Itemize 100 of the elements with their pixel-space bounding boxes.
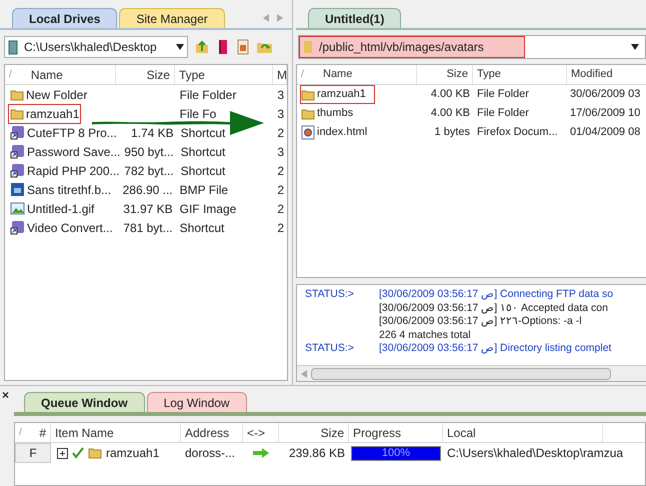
file-type: Shortcut	[180, 124, 226, 142]
file-type: Shortcut	[180, 162, 226, 180]
file-name: thumbs	[300, 104, 362, 123]
column-header[interactable]: Name	[16, 65, 116, 84]
column-header[interactable]: Type	[174, 65, 273, 84]
document-icon[interactable]	[236, 39, 250, 55]
file-row[interactable]: CuteFTP 8 Pro... 1.74 KB Shortcut 2	[5, 123, 287, 142]
file-size: 950 byt...	[124, 144, 174, 160]
row-marker: F	[15, 443, 51, 463]
expand-icon[interactable]	[57, 448, 68, 458]
file-size: 4.00 KB	[430, 106, 471, 122]
file-date: 2	[276, 162, 285, 180]
folder-icon	[301, 88, 315, 102]
queue-row[interactable]: F ramzuah1 doross-... 239.86 KB 100% C:\Users\khaled\Desktop\ramzua	[15, 443, 645, 463]
up-folder-icon[interactable]	[194, 39, 210, 55]
file-date: 2	[276, 200, 285, 218]
web-page-icon	[301, 125, 315, 140]
folder-icon	[88, 446, 102, 460]
file-type: BMP File	[178, 182, 230, 198]
drive-icon	[8, 40, 18, 54]
file-name: CuteFTP 8 Pro...	[8, 122, 119, 142]
log-message: [30/06/2009 03:56:17 ص] ٢٢٦-Options: -a -l	[379, 315, 582, 328]
shortcut-icon	[10, 163, 25, 178]
column-header[interactable]: Type	[473, 65, 567, 84]
file-type: Shortcut	[180, 144, 226, 160]
sort-icon: /	[5, 67, 17, 82]
tab[interactable]: Site Manager	[119, 8, 225, 28]
file-row[interactable]: Video Convert... 781 byt... Shortcut 2	[5, 218, 287, 237]
column-header[interactable]: Size	[279, 423, 349, 442]
scroll-left-icon[interactable]	[262, 14, 270, 22]
book-icon[interactable]	[216, 39, 230, 55]
image-file-icon	[10, 182, 25, 197]
close-button[interactable]: ×	[2, 388, 10, 402]
tab[interactable]: Log Window	[146, 392, 247, 412]
check-icon	[72, 447, 84, 459]
file-size: 1.74 KB	[130, 124, 174, 142]
file-row[interactable]: Password Save... 950 byt... Shortcut 3	[5, 142, 287, 161]
tab[interactable]: Local Drives	[12, 8, 118, 28]
file-name: ramzuah1	[8, 104, 82, 124]
file-row[interactable]: index.html 1 bytes Firefox Docum... 01/04/2009 08	[297, 123, 646, 142]
log-message: [30/06/2009 03:56:17 ص] ١٥٠ Accepted data con	[379, 302, 608, 315]
file-date: 3	[276, 106, 285, 122]
log-message: 226 4 matches total	[379, 328, 471, 342]
dropdown-caret-icon[interactable]	[176, 43, 184, 51]
column-header[interactable]: Size	[417, 65, 473, 84]
file-date: 17/06/2009 10	[569, 106, 642, 122]
column-header[interactable]: Item Name	[51, 423, 181, 442]
dropdown-caret-icon[interactable]	[631, 43, 639, 51]
progress-label: 100%	[380, 446, 412, 460]
column-header[interactable]: Name	[309, 65, 417, 84]
column-header[interactable]: #	[27, 423, 51, 442]
path-dropdown[interactable]: C:\Users\khaled\Desktop	[4, 36, 188, 58]
remote-path-dropdown[interactable]: /public_html/vb/images/avatars	[298, 35, 646, 59]
scroll-left-icon[interactable]	[300, 370, 308, 378]
shortcut-icon	[10, 144, 25, 159]
folder-icon	[303, 40, 313, 54]
scrollbar-thumb[interactable]	[311, 368, 611, 380]
sort-icon: /	[297, 67, 309, 82]
file-size: 782 byt...	[124, 162, 174, 180]
file-date: 2	[276, 124, 285, 142]
file-date: 3	[276, 144, 285, 160]
file-type: GIF Image	[178, 200, 238, 218]
shortcut-icon	[10, 220, 25, 235]
file-name: Sans titrethf.b...	[8, 180, 114, 200]
tab[interactable]: Untitled(1)	[308, 8, 402, 28]
file-row[interactable]: ramzuah1 4.00 KB File Folder 30/06/2009 03	[297, 85, 646, 104]
file-date: 2	[276, 220, 285, 236]
file-row[interactable]: Rapid PHP 200... 782 byt... Shortcut 2	[5, 161, 287, 180]
item-name: ramzuah1	[106, 445, 160, 462]
log-label: STATUS:>	[305, 288, 354, 300]
file-name: New Folder	[8, 84, 90, 104]
file-row[interactable]: New Folder File Folder 3	[5, 85, 287, 104]
column-header[interactable]: Progress	[349, 423, 443, 442]
file-row[interactable]: ramzuah1 File Fo 3	[5, 104, 287, 123]
log-message: [30/06/2009 03:56:17 ص] Directory listing complet	[379, 342, 612, 356]
column-header[interactable]: Local	[443, 423, 603, 442]
file-size: 4.00 KB	[430, 87, 471, 102]
file-type: File Fo	[178, 106, 218, 122]
file-row[interactable]: Untitled-1.gif 31.97 KB GIF Image 2	[5, 199, 287, 218]
column-header[interactable]: Address	[181, 423, 243, 442]
horizontal-scrollbar[interactable]	[297, 365, 646, 381]
file-size: 781 byt...	[123, 220, 173, 236]
file-type: Firefox Docum...	[476, 125, 559, 140]
column-header[interactable]: <->	[243, 423, 279, 442]
file-date: 2	[276, 182, 285, 198]
file-size: 286.90 ...	[122, 182, 173, 198]
column-header[interactable]: Size	[116, 65, 175, 84]
column-header[interactable]: Modified	[567, 65, 646, 84]
scroll-right-icon[interactable]	[276, 14, 284, 22]
file-type: File Folder	[476, 87, 530, 102]
tab[interactable]: Queue Window	[24, 392, 145, 412]
column-header[interactable]: M	[273, 65, 287, 84]
file-row[interactable]: Sans titrethf.b... 286.90 ... BMP File 2	[5, 180, 287, 199]
log-message: [30/06/2009 03:56:17 ص] Connecting FTP data so	[379, 288, 614, 302]
right-arrow-icon	[253, 448, 269, 458]
file-name: index.html	[300, 123, 376, 142]
file-type: File Folder	[476, 106, 530, 122]
file-name: ramzuah1	[300, 85, 375, 104]
shortcut-icon	[10, 125, 25, 140]
file-row[interactable]: thumbs 4.00 KB File Folder 17/06/2009 10	[297, 104, 646, 123]
